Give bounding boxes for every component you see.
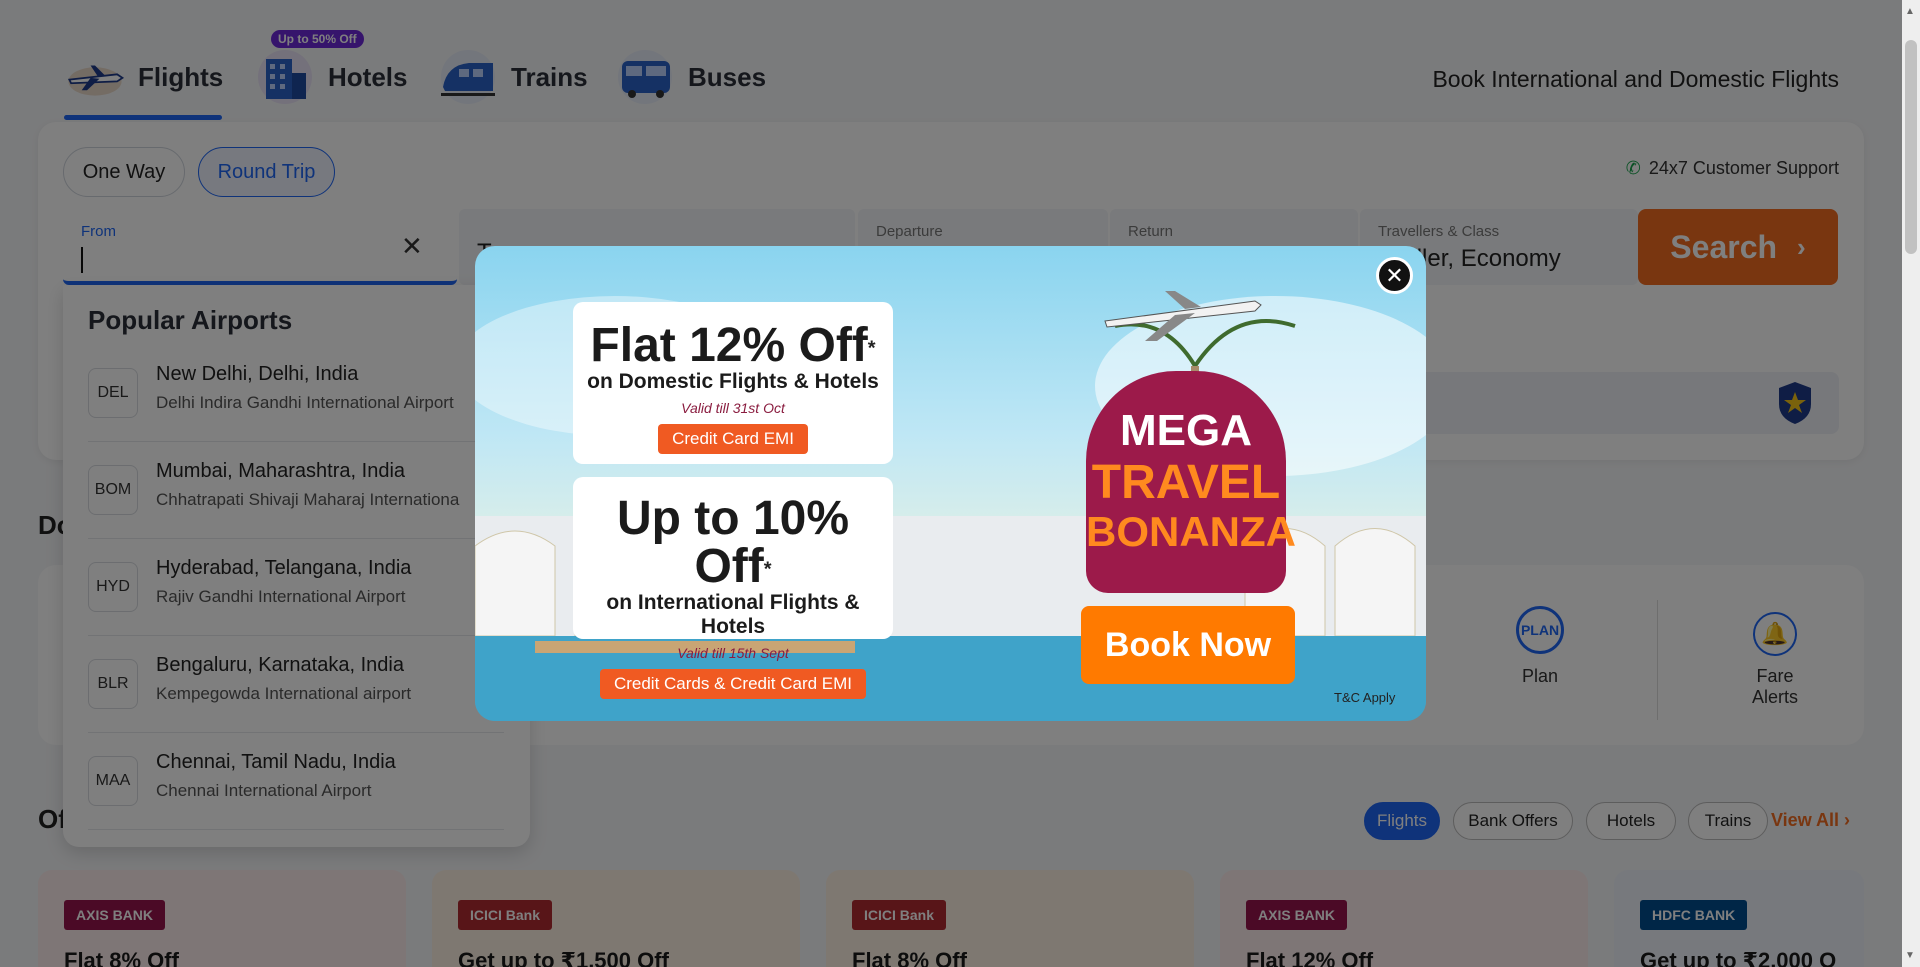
offer2-star: *	[763, 558, 772, 581]
close-modal-button[interactable]: ✕	[1376, 257, 1413, 294]
offer1-star: *	[867, 337, 876, 360]
scroll-down-arrow-icon[interactable]: ▼	[1905, 950, 1915, 961]
scrollbar-thumb[interactable]	[1905, 40, 1917, 254]
mega-line-1: MEGA	[1120, 406, 1252, 455]
offer2-validity: Valid till 15th Sept	[677, 645, 789, 661]
offer1-validity: Valid till 31st Oct	[681, 400, 785, 416]
promo-modal: Flat 12% Off* on Domestic Flights & Hote…	[475, 246, 1426, 721]
domestic-offer-box: Flat 12% Off* on Domestic Flights & Hote…	[573, 302, 893, 464]
offer1-headline: Flat 12% Off	[590, 319, 868, 372]
offer1-tag: Credit Card EMI	[658, 424, 808, 454]
mega-line-2: TRAVEL	[1091, 456, 1281, 509]
mega-line-3: BONANZA	[1086, 508, 1296, 555]
offer2-tag: Credit Cards & Credit Card EMI	[599, 669, 867, 699]
offer1-subtitle: on Domestic Flights & Hotels	[587, 370, 879, 393]
page: Flights Up to 50% Off Hotels Trains Buse…	[0, 0, 1902, 967]
close-icon: ✕	[1385, 262, 1404, 288]
tnc-note: T&C Apply	[1334, 690, 1396, 705]
offer2-subtitle: on International Flights & Hotels	[606, 591, 860, 638]
book-now-button[interactable]: Book Now	[1081, 606, 1295, 684]
scroll-up-arrow-icon[interactable]: ▲	[1905, 6, 1915, 17]
international-offer-box: Up to 10% Off* on International Flights …	[573, 477, 893, 699]
mega-travel-bonanza-badge: MEGA TRAVEL BONANZA	[1086, 371, 1296, 593]
offer2-headline: Up to 10% Off	[616, 492, 850, 593]
